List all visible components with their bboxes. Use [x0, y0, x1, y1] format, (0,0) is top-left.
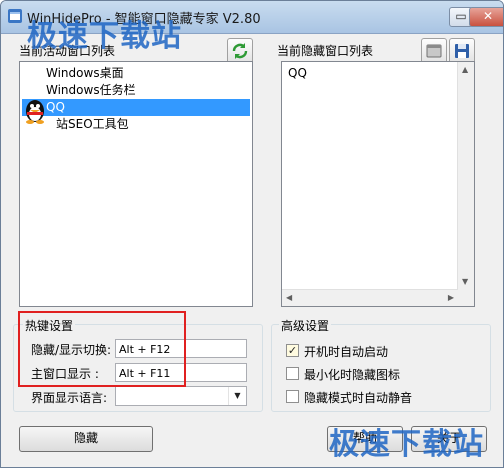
scroll-up-icon[interactable]: ▲ — [462, 65, 468, 75]
autostart-label: 开机时自动启动 — [304, 345, 389, 359]
hidden-windows-list[interactable]: QQ ▲ ▼ ◀ ▶ — [281, 61, 475, 307]
minimize-hide-icon-label: 最小化时隐藏图标 — [304, 368, 401, 382]
language-label: 界面显示语言: — [31, 391, 108, 405]
chevron-down-icon[interactable]: ▼ — [228, 387, 246, 405]
advanced-title: 高级设置 — [279, 317, 332, 334]
list-item[interactable]: 站SEO工具包 — [22, 116, 129, 133]
app-window: WinHidePro - 智能窗口隐藏专家 V2.80 ▭ ✕ 当前活动窗口列表… — [0, 0, 504, 468]
autostart-checkbox[interactable]: ✓ — [286, 344, 299, 357]
list-item-selected[interactable]: QQ — [22, 99, 250, 116]
list-item-label: 站SEO工具包 — [56, 117, 129, 131]
horizontal-scrollbar[interactable]: ◀ ▶ — [282, 289, 458, 306]
hide-button[interactable]: 隐藏 — [19, 426, 153, 452]
auto-mute-checkbox[interactable] — [286, 390, 299, 403]
app-icon — [8, 9, 22, 23]
list-item[interactable]: Windows任务栏 — [22, 82, 136, 99]
watermark-top: 极速下载站 — [27, 19, 182, 54]
save-icon — [455, 44, 469, 58]
refresh-icon — [232, 43, 248, 59]
minimize-hide-icon-checkbox[interactable] — [286, 367, 299, 380]
close-button[interactable]: ✕ — [469, 7, 503, 27]
list-item-label: QQ — [46, 100, 65, 114]
active-windows-list[interactable]: Windows桌面 Windows任务栏 QQ 站SEO工具包 — [19, 61, 253, 307]
scroll-corner — [458, 290, 474, 306]
auto-mute-label: 隐藏模式时自动静音 — [304, 391, 413, 405]
highlight-box — [18, 311, 186, 387]
window-icon — [426, 44, 442, 58]
list-item-label: Windows任务栏 — [46, 83, 136, 97]
watermark-bottom: 极速下载站 — [329, 427, 484, 462]
scroll-right-icon[interactable]: ▶ — [448, 293, 454, 303]
list-item[interactable]: QQ — [284, 65, 307, 82]
list-item[interactable]: Windows桌面 — [22, 65, 124, 82]
vertical-scrollbar[interactable]: ▲ ▼ — [457, 62, 474, 290]
list-item-label: Windows桌面 — [46, 66, 124, 80]
scroll-left-icon[interactable]: ◀ — [286, 293, 292, 303]
scroll-down-icon[interactable]: ▼ — [462, 277, 468, 287]
language-select[interactable]: ▼ — [115, 386, 247, 406]
list-item-label: QQ — [288, 66, 307, 80]
hidden-windows-label: 当前隐藏窗口列表 — [277, 44, 374, 58]
